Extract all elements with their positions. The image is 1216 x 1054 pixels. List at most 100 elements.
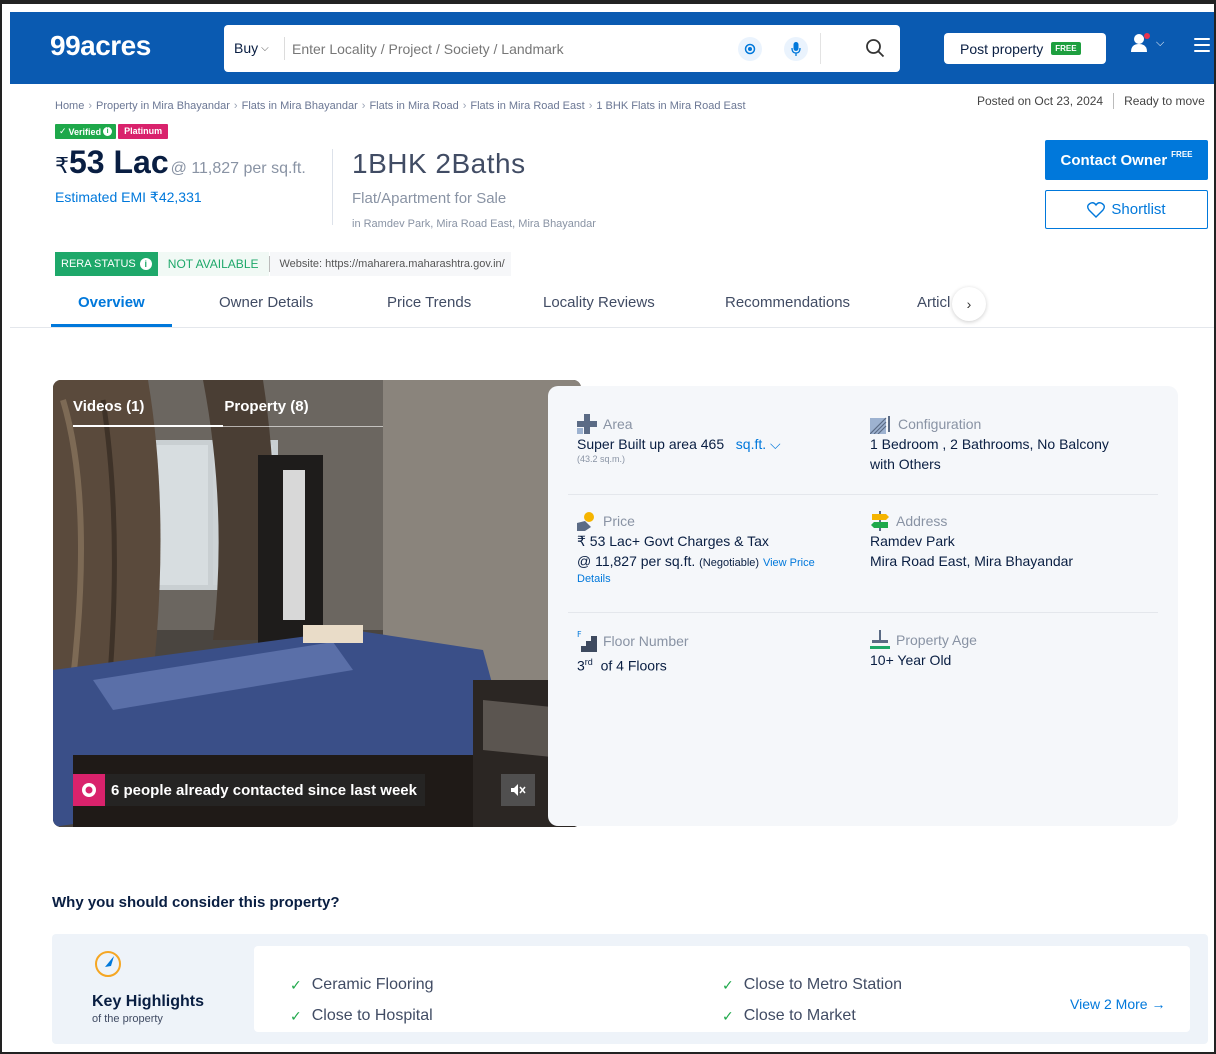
verified-badge: ✓ Verified i: [55, 124, 117, 139]
price-tag-icon: [577, 512, 594, 531]
search-bar: Buy ⌵: [224, 25, 900, 72]
view-price-details-link[interactable]: View Price: [763, 557, 815, 569]
breadcrumb-item[interactable]: Home: [55, 100, 84, 112]
check-icon: ✓: [722, 976, 734, 993]
area-icon: [577, 414, 597, 434]
search-input[interactable]: [292, 37, 732, 61]
key-highlights-box: Key Highlights of the property ✓ Ceramic …: [52, 934, 1208, 1044]
tab-recommendations[interactable]: Recommendations: [725, 294, 850, 311]
top-header: 99acres Buy ⌵ Post property FREE ⌵: [10, 12, 1216, 84]
area-cell: Area Super Built up area 465 sq.ft. ⌵ (4…: [577, 414, 847, 464]
tab-overview[interactable]: Overview: [78, 294, 145, 311]
breadcrumb-item[interactable]: Flats in Mira Road East: [470, 100, 584, 112]
configuration-line2: with Others: [870, 456, 941, 472]
free-badge: FREE: [1051, 42, 1081, 55]
rera-website[interactable]: Website: https://maharera.maharashtra.go…: [269, 252, 511, 276]
floor-cell: F Floor Number 3rd of 4 Floors: [577, 630, 689, 674]
shortlist-button[interactable]: Shortlist: [1045, 190, 1208, 229]
breadcrumb-item[interactable]: Flats in Mira Bhayandar: [242, 100, 358, 112]
info-icon: i: [139, 258, 152, 270]
videos-tab[interactable]: Videos (1): [73, 398, 144, 415]
chevron-right-icon[interactable]: ›: [952, 287, 986, 321]
highlight-item: ✓ Close to Market: [722, 1007, 856, 1024]
property-type: Flat/Apartment for Sale: [352, 190, 507, 207]
contact-pulse-icon: [73, 774, 105, 806]
section-tabs: Overview Owner Details Price Trends Loca…: [10, 282, 1216, 328]
posted-date: Posted on Oct 23, 2024: [977, 94, 1104, 108]
area-unit-dropdown[interactable]: sq.ft. ⌵: [736, 436, 781, 452]
breadcrumb-item[interactable]: Flats in Mira Road: [369, 100, 458, 112]
check-icon: ✓: [722, 1007, 734, 1024]
site-logo[interactable]: 99acres: [50, 30, 151, 62]
location-target-icon[interactable]: [738, 37, 762, 61]
platinum-badge: Platinum: [118, 124, 169, 139]
tab-owner-details[interactable]: Owner Details: [219, 294, 313, 311]
search-icon[interactable]: [862, 35, 888, 61]
key-highlights-header: Key Highlights of the property: [92, 948, 204, 1025]
media-gallery[interactable]: Videos (1) Property (8) 6 people already…: [53, 380, 581, 827]
rera-status-row: RERA STATUS i NOT AVAILABLE Website: http…: [55, 252, 511, 276]
address-line1: Ramdev Park: [870, 533, 955, 549]
svg-text:F: F: [577, 630, 582, 639]
tab-articles[interactable]: Articl: [917, 294, 950, 311]
ready-status: Ready to move: [1124, 94, 1205, 108]
buy-label: Buy: [234, 40, 259, 56]
property-photo: [53, 380, 581, 827]
floor-total: of 4 Floors: [600, 657, 667, 674]
contact-owner-label: Contact Owner: [1060, 151, 1168, 169]
user-menu[interactable]: ⌵: [1130, 32, 1164, 54]
listing-badges: ✓ Verified i Platinum: [55, 124, 169, 139]
view-price-details-link-cont[interactable]: Details: [577, 573, 847, 585]
area-sqm: (43.2 sq.m.): [577, 454, 626, 464]
price: ₹ 53 Lac @ 11,827 per sq.ft.: [55, 144, 306, 181]
property-age-cell: Property Age 10+ Year Old: [870, 630, 1170, 670]
mute-icon[interactable]: [501, 774, 535, 806]
active-tab-underline: [51, 324, 172, 327]
configuration-icon: [870, 416, 890, 434]
buy-dropdown[interactable]: Buy ⌵: [234, 40, 269, 56]
check-icon: ✓: [290, 1007, 302, 1024]
photos-tab[interactable]: Property (8): [224, 398, 308, 415]
post-property-button[interactable]: Post property FREE: [944, 33, 1106, 64]
key-highlights-title: Key Highlights: [92, 993, 205, 1010]
area-value: Super Built up area 465: [577, 436, 725, 452]
configuration-line1: 1 Bedroom , 2 Bathrooms, No Balcony: [870, 436, 1109, 452]
contacted-text: 6 people already contacted since last we…: [111, 781, 417, 799]
property-details-card: Area Super Built up area 465 sq.ft. ⌵ (4…: [548, 386, 1178, 826]
posted-info: Posted on Oct 23, 2024 Ready to move: [977, 93, 1205, 109]
configuration-cell: Configuration 1 Bedroom , 2 Bathrooms, N…: [870, 414, 1170, 474]
search-divider: [284, 37, 285, 60]
user-icon: [1131, 33, 1150, 52]
why-consider-heading: Why you should consider this property?: [52, 894, 340, 911]
view-more-link[interactable]: View 2 More →: [1070, 996, 1165, 1012]
search-vertical-divider: [820, 33, 821, 64]
rera-status-label: RERA STATUS i: [55, 252, 158, 276]
highlight-item: ✓ Close to Metro Station: [722, 976, 903, 993]
chevron-down-icon: ⌵: [1156, 36, 1165, 49]
free-badge: FREE: [1171, 149, 1193, 159]
property-location: in Ramdev Park, Mira Road East, Mira Bha…: [352, 218, 596, 230]
tab-price-trends[interactable]: Price Trends: [387, 294, 471, 311]
building-age-icon: [870, 630, 890, 649]
property-age-value: 10+ Year Old: [870, 652, 952, 668]
breadcrumb-item[interactable]: Property in Mira Bhayandar: [96, 100, 230, 112]
rera-status-value: NOT AVAILABLE: [157, 252, 269, 276]
hamburger-menu-icon[interactable]: [1194, 38, 1210, 52]
key-highlights-subtitle: of the property: [92, 1013, 163, 1025]
breadcrumb-item[interactable]: 1 BHK Flats in Mira Road East: [596, 100, 745, 112]
estimated-emi-link[interactable]: Estimated EMI ₹42,331: [55, 189, 202, 206]
floor-number: 3: [577, 657, 585, 674]
property-title: 1BHK 2Baths: [352, 148, 526, 179]
address-line2: Mira Road East, Mira Bhayandar: [870, 553, 1074, 569]
shortlist-label: Shortlist: [1111, 201, 1166, 218]
contacted-banner: 6 people already contacted since last we…: [73, 774, 425, 806]
highlight-item: ✓ Ceramic Flooring: [290, 976, 434, 993]
compass-icon: [95, 951, 121, 977]
contact-owner-button[interactable]: Contact Owner FREE: [1045, 140, 1208, 180]
currency-symbol: ₹: [55, 153, 69, 178]
check-icon: ✓: [290, 976, 302, 993]
price-line1: ₹ 53 Lac+ Govt Charges & Tax: [577, 533, 769, 549]
microphone-icon[interactable]: [784, 37, 808, 61]
tab-locality-reviews[interactable]: Locality Reviews: [543, 294, 655, 311]
heart-icon: [1087, 201, 1106, 218]
